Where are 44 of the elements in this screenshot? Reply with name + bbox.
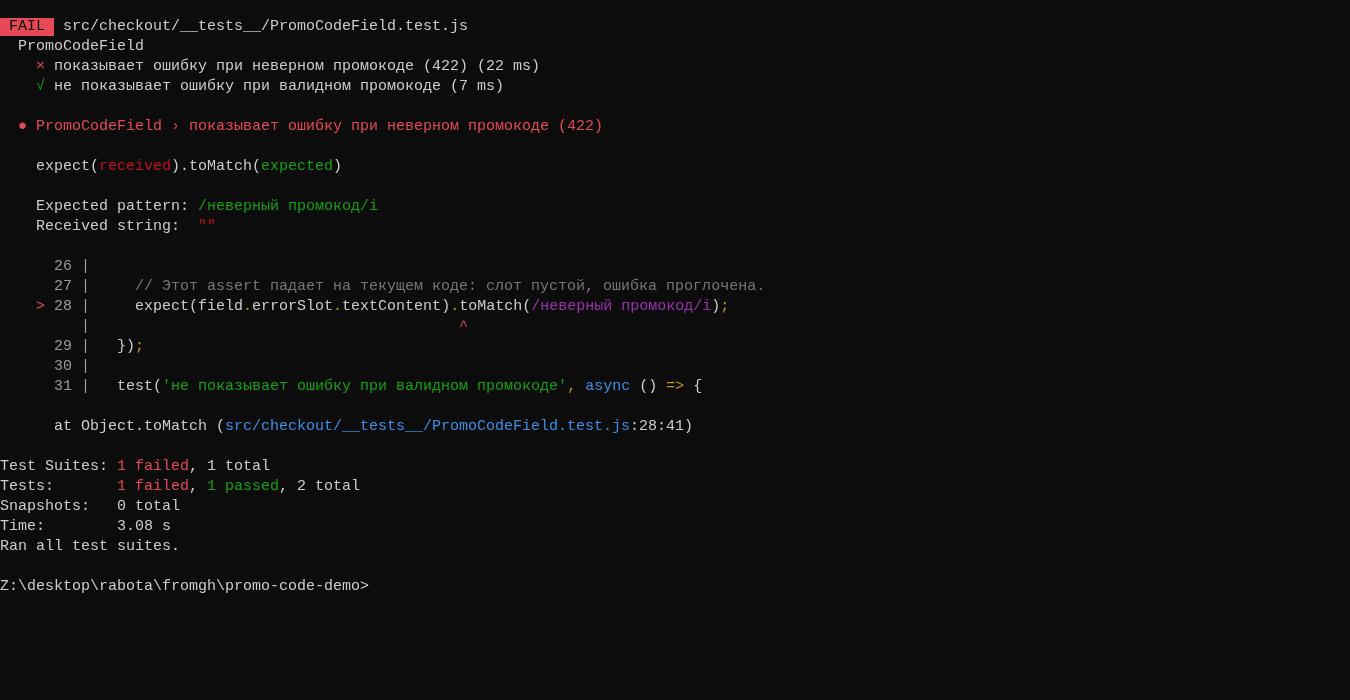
line-number: 31 xyxy=(54,378,72,395)
summary-value: 3.08 s xyxy=(117,517,172,537)
gutter-char: | xyxy=(81,357,90,377)
received-value: "" xyxy=(198,217,217,237)
line-number: 28 xyxy=(54,298,72,315)
stack-trace-line: at Object.toMatch (src/checkout/__tests__/PromoCodeField.test.js:28:41) xyxy=(54,417,694,437)
test-file-path: src/checkout/__tests__/PromoCodeField.test.js xyxy=(63,17,469,37)
summary-label: Snapshots: xyxy=(0,497,90,517)
gutter-char: | xyxy=(81,317,90,337)
code-line: }); xyxy=(117,337,145,357)
error-caret: ^ xyxy=(459,317,469,337)
summary-value: 0 total xyxy=(117,497,181,517)
summary-value: 1 failed, 1 total xyxy=(117,457,271,477)
code-line: // Этот assert падает на текущем коде: слот пустой, ошибка проглочена. xyxy=(135,277,766,297)
summary-label: Test Suites: xyxy=(0,457,109,477)
gutter-char: | xyxy=(81,257,90,277)
pass-mark: √ xyxy=(36,77,45,97)
suite-name: PromoCodeField xyxy=(18,37,145,57)
expected-value: /неверный промокод/i xyxy=(198,197,379,217)
summary-label: Time: xyxy=(0,517,45,537)
line-number: 30 xyxy=(54,358,72,375)
summary-value: 1 failed, 1 passed, 2 total xyxy=(117,477,361,497)
matcher-hint: expect(received).toMatch(expected) xyxy=(36,157,343,177)
test-result: не показывает ошибку при валидном промокоде (7 ms) xyxy=(54,77,505,97)
status-badge: FAIL xyxy=(0,18,54,36)
failure-title: PromoCodeField › показывает ошибку при неверном промокоде (422) xyxy=(36,117,604,137)
fail-mark: × xyxy=(36,57,45,77)
gutter-char: | xyxy=(81,277,90,297)
command-prompt: Z:\desktop\rabota\fromgh\promo-code-demo> xyxy=(0,577,370,597)
gutter-char: | xyxy=(81,377,90,397)
test-result: показывает ошибку при неверном промокоде (422) (22 ms) xyxy=(54,57,541,77)
failure-bullet: ● xyxy=(18,117,27,137)
line-number: 26 xyxy=(54,258,72,275)
code-line: test('не показывает ошибку при валидном промокоде', async () => { xyxy=(117,377,703,397)
gutter-char: | xyxy=(81,297,90,317)
comparison-label: Expected pattern: xyxy=(36,197,190,217)
gutter-char: | xyxy=(81,337,90,357)
code-line: expect(field.errorSlot.textContent).toMatch(/неверный промокод/i); xyxy=(135,297,730,317)
comparison-label: Received string: xyxy=(36,217,181,237)
line-number: 27 xyxy=(54,278,72,295)
summary-note: Ran all test suites. xyxy=(0,537,181,557)
line-number: 29 xyxy=(54,338,72,355)
summary-label: Tests: xyxy=(0,477,54,497)
line-pointer: > xyxy=(36,298,45,315)
